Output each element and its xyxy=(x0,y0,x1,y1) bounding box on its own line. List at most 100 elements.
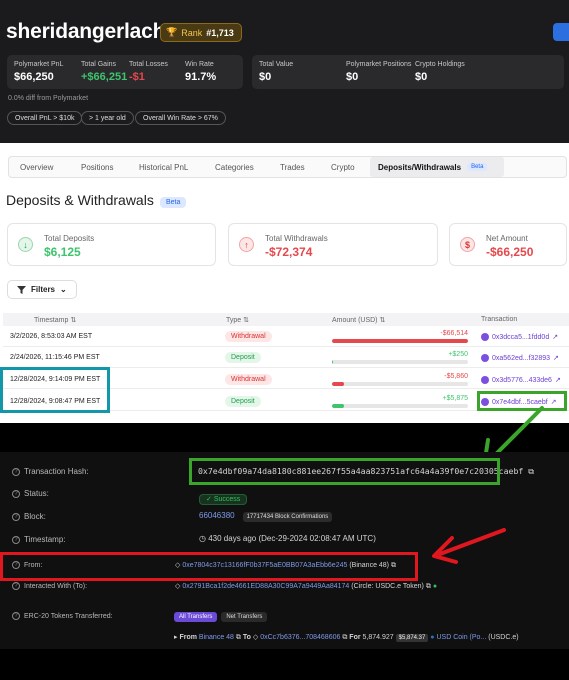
tab-trades[interactable]: Trades xyxy=(280,157,305,177)
dollar-icon: $ xyxy=(460,237,475,252)
to-value[interactable]: ◇ 0x2791Bca1f2de4661ED88A30C99A7a9449Aa8… xyxy=(175,582,437,591)
shield-icon[interactable] xyxy=(553,23,569,41)
erc20-label: ? ERC-20 Tokens Transferred: xyxy=(12,612,113,620)
contract-icon: ◇ xyxy=(252,634,259,641)
transfer-to-link[interactable]: 0xCc7b6376...708468606 xyxy=(260,634,340,641)
chip-age[interactable]: > 1 year old xyxy=(81,111,134,125)
block-confirmations: 17717434 Block Confirmations xyxy=(242,512,333,522)
chip-pnl[interactable]: Overall PnL > $10k xyxy=(7,111,83,125)
transfer-toggle: All Transfers Net Transfers xyxy=(174,612,268,622)
row-amount: -$5,860 xyxy=(444,373,468,380)
tab-deposits-withdrawals[interactable]: Deposits/Withdrawals Beta xyxy=(370,157,504,177)
stat-total-value: Total Value $0 xyxy=(259,61,294,83)
help-icon: ? xyxy=(12,489,20,498)
status-badge: ✓ Success xyxy=(199,488,248,506)
stat-winrate: Win Rate 91.7% xyxy=(185,61,217,83)
th-type[interactable]: Type ⇅ xyxy=(226,316,249,324)
trophy-icon: 🏆 xyxy=(166,27,178,37)
amount-bar xyxy=(332,360,468,364)
tab-positions[interactable]: Positions xyxy=(81,157,113,177)
net-transfers-button[interactable]: Net Transfers xyxy=(221,612,268,622)
tab-categories[interactable]: Categories xyxy=(215,157,254,177)
row-amount: +$5,875 xyxy=(442,395,469,402)
sort-icon: ⇅ xyxy=(379,317,386,324)
tab-overview[interactable]: Overview xyxy=(20,157,53,177)
sort-icon: ⇅ xyxy=(70,317,77,324)
th-transaction: Transaction xyxy=(481,316,518,323)
pnl-stats-card: Polymarket PnL $66,250 Total Gains +$66,… xyxy=(7,55,243,89)
filters-button[interactable]: Filters ⌄ xyxy=(7,280,77,299)
type-badge: Deposit xyxy=(225,352,261,363)
transfer-row: ▸ From Binance 48 ⧉ To ◇ 0xCc7b6376...70… xyxy=(174,634,519,642)
tx-link[interactable]: 0xa562ed...f32893 ↗ xyxy=(481,354,559,362)
help-icon: ? xyxy=(12,512,20,521)
all-transfers-button[interactable]: All Transfers xyxy=(174,612,218,622)
amount-bar xyxy=(332,339,468,343)
copy-icon: ⧉ xyxy=(528,466,535,476)
chevron-down-icon: ⌄ xyxy=(60,285,67,294)
transfer-from-link[interactable]: Binance 48 xyxy=(199,634,234,641)
section-beta-badge: Beta xyxy=(160,197,187,208)
arrow-down-circle-icon: ↓ xyxy=(18,237,33,252)
row-amount: -$66,514 xyxy=(440,330,468,337)
timestamp-value: ◷ 430 days ago (Dec-29-2024 02:08:47 AM … xyxy=(199,534,376,543)
polygon-icon xyxy=(481,333,489,341)
usd-value-badge: $5,874.37 xyxy=(395,634,429,642)
external-link-icon: ↗ xyxy=(552,334,559,341)
help-icon: ? xyxy=(12,582,20,590)
status-label: ? Status: xyxy=(12,489,49,498)
th-amount[interactable]: Amount (USD) ⇅ xyxy=(332,316,385,324)
filter-icon xyxy=(17,285,26,294)
amount-bar xyxy=(332,404,468,408)
help-icon: ? xyxy=(12,467,20,476)
copy-icon: ⧉ xyxy=(342,634,348,641)
polygon-icon xyxy=(481,354,489,362)
tab-historical-pnl[interactable]: Historical PnL xyxy=(139,157,188,177)
stat-positions: Polymarket Positions $0 xyxy=(346,61,412,83)
clock-icon: ◷ xyxy=(199,534,206,543)
highlight-green-box xyxy=(189,458,500,485)
tx-hash-label: ? Transaction Hash: xyxy=(12,467,89,476)
red-arrow-icon xyxy=(432,528,506,564)
block-label: ? Block: xyxy=(12,512,46,521)
portfolio-card: Total Value $0 Polymarket Positions $0 C… xyxy=(252,55,564,89)
th-timestamp[interactable]: Timestamp ⇅ xyxy=(34,316,76,324)
contract-icon: ◇ xyxy=(175,583,181,590)
copy-icon: ⧉ xyxy=(425,583,431,590)
total-withdrawals-card: ↑ Total Withdrawals -$72,374 xyxy=(228,223,438,266)
verified-icon: ● xyxy=(432,583,438,590)
stat-gains: Total Gains +$66,251 xyxy=(81,61,128,83)
external-link-icon: ↗ xyxy=(553,355,559,362)
stat-losses: Total Losses -$1 xyxy=(129,61,168,83)
chip-winrate[interactable]: Overall Win Rate > 67% xyxy=(135,111,226,125)
highlight-teal-box xyxy=(0,367,110,413)
tx-link[interactable]: 0x3d5776...433de6 ↗ xyxy=(481,376,561,384)
stat-pnl: Polymarket PnL $66,250 xyxy=(14,61,64,83)
external-link-icon: ↗ xyxy=(554,377,561,384)
diff-note: 0.0% diff from Polymarket xyxy=(8,95,89,102)
row-amount: +$250 xyxy=(448,351,468,358)
token-link[interactable]: USD Coin (Po... xyxy=(436,634,486,641)
arrow-up-circle-icon: ↑ xyxy=(239,237,254,252)
row-timestamp: 2/24/2026, 11:15:46 PM EST xyxy=(10,354,100,361)
bullet-icon: ▸ xyxy=(174,634,178,641)
help-icon: ? xyxy=(12,612,20,620)
row-timestamp: 3/2/2026, 8:53:03 AM EST xyxy=(10,333,93,340)
highlight-red-box xyxy=(0,552,418,581)
type-badge: Withdrawal xyxy=(225,331,272,342)
help-icon: ? xyxy=(12,535,20,544)
polygon-icon xyxy=(481,376,489,384)
type-badge: Deposit xyxy=(225,396,261,407)
usdc-icon: ● xyxy=(430,634,435,641)
rank-badge: 🏆 Rank #1,713 xyxy=(160,23,242,42)
tab-deposits-label: Deposits/Withdrawals xyxy=(378,162,462,172)
tx-link[interactable]: 0x3dcca5...1fdd0d ↗ xyxy=(481,333,558,341)
block-value[interactable]: 66046380 17717434 Block Confirmations xyxy=(199,511,333,522)
tab-crypto[interactable]: Crypto xyxy=(331,157,355,177)
copy-icon: ⧉ xyxy=(235,634,241,641)
total-deposits-card: ↓ Total Deposits $6,125 xyxy=(7,223,216,266)
username: sheridangerlach xyxy=(6,20,166,43)
rank-label: Rank xyxy=(181,27,203,38)
rank-value: #1,713 xyxy=(206,27,234,38)
tab-beta-badge: Beta xyxy=(467,163,488,171)
